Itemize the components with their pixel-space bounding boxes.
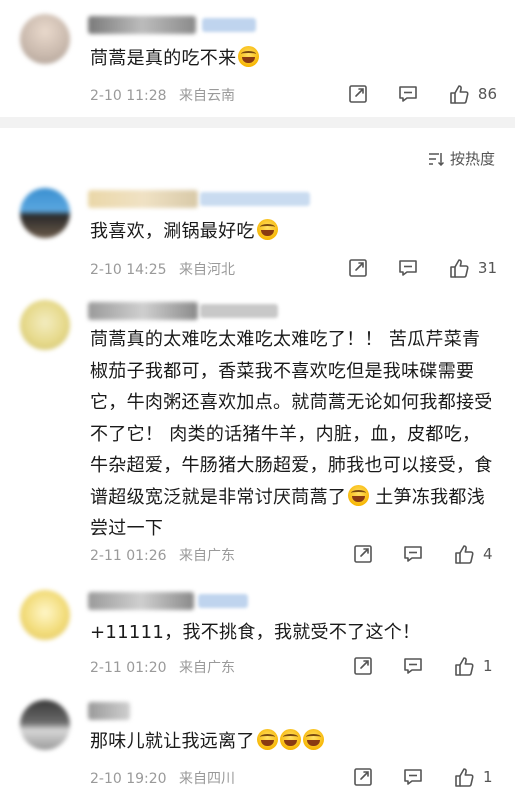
comment-meta: 2-10 11:28 来自云南 bbox=[90, 85, 243, 105]
thumbs-up-icon bbox=[453, 655, 475, 677]
like-button[interactable]: 86 bbox=[448, 83, 497, 105]
comment-text: +11111，我不挑食，我就受不了这个！ bbox=[90, 617, 493, 649]
share-icon[interactable] bbox=[348, 84, 368, 104]
comment-actions: 31 bbox=[318, 257, 497, 279]
thumbs-up-icon bbox=[448, 83, 470, 105]
avatar[interactable] bbox=[20, 300, 70, 350]
thumbs-up-icon bbox=[448, 257, 470, 279]
laugh-cry-emoji-icon bbox=[302, 729, 324, 750]
comment-time: 2-11 01:26 bbox=[90, 548, 167, 564]
like-button[interactable]: 1 bbox=[453, 766, 497, 788]
sort-toggle[interactable]: 按热度 bbox=[428, 148, 495, 169]
thumbs-up-icon bbox=[453, 543, 475, 565]
comment-meta: 2-11 01:20 来自广东 bbox=[90, 657, 243, 677]
thumbs-up-icon bbox=[453, 766, 475, 788]
comment-time: 2-11 01:20 bbox=[90, 660, 167, 676]
section-divider bbox=[0, 117, 515, 128]
comment-actions: 4 bbox=[323, 543, 497, 565]
like-button[interactable]: 1 bbox=[453, 655, 497, 677]
comment-meta: 2-10 19:20 来自四川 bbox=[90, 768, 243, 788]
comment-location: 来自广东 bbox=[179, 548, 236, 564]
laugh-cry-emoji-icon bbox=[238, 46, 260, 67]
reply-icon[interactable] bbox=[403, 544, 423, 564]
comment-time: 2-10 19:20 bbox=[90, 771, 167, 787]
like-count: 1 bbox=[483, 657, 493, 675]
comment-actions: 1 bbox=[323, 766, 497, 788]
avatar[interactable] bbox=[20, 590, 70, 640]
sort-icon bbox=[428, 152, 444, 166]
like-button[interactable]: 31 bbox=[448, 257, 497, 279]
like-count: 1 bbox=[483, 768, 493, 786]
reply-icon[interactable] bbox=[403, 656, 423, 676]
comment-meta: 2-10 14:25 来自河北 bbox=[90, 259, 243, 279]
reply-icon[interactable] bbox=[398, 258, 418, 278]
comment-text: 那味儿就让我远离了 bbox=[90, 726, 493, 758]
comment-location: 来自四川 bbox=[179, 771, 236, 787]
comment-time: 2-10 14:25 bbox=[90, 262, 167, 278]
laugh-cry-emoji-icon bbox=[256, 219, 278, 240]
comment-text: 茼蒿真的太难吃太难吃太难吃了！！ 苦瓜芹菜青椒茄子我都可，香菜我不喜欢吃但是我味… bbox=[90, 324, 493, 545]
like-button[interactable]: 4 bbox=[453, 543, 497, 565]
laugh-cry-emoji-icon bbox=[256, 729, 278, 750]
share-icon[interactable] bbox=[353, 767, 373, 787]
sort-label: 按热度 bbox=[449, 150, 495, 168]
verified-badge bbox=[200, 304, 278, 318]
share-icon[interactable] bbox=[353, 544, 373, 564]
comment-text-content: 茼蒿真的太难吃太难吃太难吃了！！ 苦瓜芹菜青椒茄子我都可，香菜我不喜欢吃但是我味… bbox=[90, 329, 493, 508]
username-blurred[interactable] bbox=[88, 302, 198, 320]
avatar[interactable] bbox=[20, 700, 70, 750]
comment-text-content: 那味儿就让我远离了 bbox=[90, 731, 255, 752]
comment-location: 来自广东 bbox=[179, 660, 236, 676]
comment-location: 来自河北 bbox=[179, 262, 236, 278]
laugh-cry-emoji-icon bbox=[279, 729, 301, 750]
reply-icon[interactable] bbox=[403, 767, 423, 787]
comment-time: 2-10 11:28 bbox=[90, 88, 167, 104]
comment-text-content: 茼蒿是真的吃不来 bbox=[90, 48, 237, 69]
comment-meta: 2-11 01:26 来自广东 bbox=[90, 545, 243, 565]
avatar[interactable] bbox=[20, 14, 70, 64]
like-count: 31 bbox=[477, 259, 497, 277]
username-blurred[interactable] bbox=[88, 592, 194, 610]
share-icon[interactable] bbox=[353, 656, 373, 676]
comment-text: 茼蒿是真的吃不来 bbox=[90, 43, 493, 75]
comment-actions: 86 bbox=[318, 83, 497, 105]
username-blurred[interactable] bbox=[88, 190, 198, 208]
comment-location: 来自云南 bbox=[179, 88, 236, 104]
verified-badge bbox=[200, 192, 310, 206]
username-blurred[interactable] bbox=[88, 16, 196, 34]
reply-icon[interactable] bbox=[398, 84, 418, 104]
avatar[interactable] bbox=[20, 188, 70, 238]
laugh-cry-emoji-icon bbox=[348, 484, 370, 506]
comment-text-content: +11111，我不挑食，我就受不了这个！ bbox=[90, 622, 421, 643]
verified-badge bbox=[198, 594, 248, 608]
comment-text: 我喜欢，涮锅最好吃 bbox=[90, 216, 493, 248]
share-icon[interactable] bbox=[348, 258, 368, 278]
like-count: 86 bbox=[477, 85, 497, 103]
username-blurred[interactable] bbox=[88, 702, 130, 720]
verified-badge bbox=[202, 18, 256, 32]
comment-actions: 1 bbox=[323, 655, 497, 677]
like-count: 4 bbox=[483, 545, 493, 563]
comment-text-content: 我喜欢，涮锅最好吃 bbox=[90, 221, 255, 242]
